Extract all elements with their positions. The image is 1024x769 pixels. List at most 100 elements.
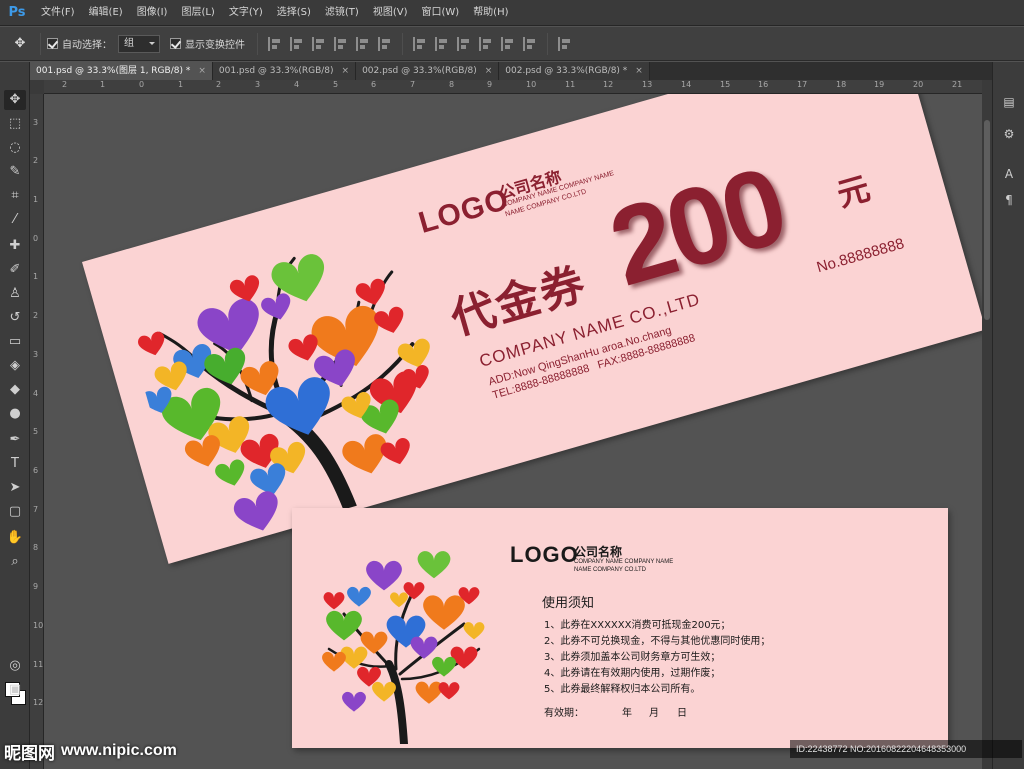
divider [257,32,258,55]
distribute-vcenter-icon[interactable] [435,36,449,51]
path-select-icon[interactable]: ➤ [4,478,26,498]
distribute-right-icon[interactable] [523,36,537,51]
menu-help[interactable]: 帮助(H) [466,0,515,26]
document-tabs: 001.psd @ 33.3%(图层 1, RGB/8) * × 001.psd … [30,62,992,80]
voucher-front[interactable]: LOGO 公司名称 COMPANY NAME COMPANY NAME NAME… [82,94,982,564]
checkbox-checked-icon[interactable] [47,38,58,49]
align-bottom-icon[interactable] [312,36,326,51]
eyedropper-icon[interactable]: ⁄ [4,210,26,230]
zoom-tool-icon[interactable]: ⌕ [4,552,26,572]
hand-tool-icon[interactable]: ✋ [4,528,26,548]
quick-mask-icon[interactable]: ◎ [4,656,26,676]
voucher-unit: 元 [832,168,875,215]
pen-tool-icon[interactable]: ✒ [4,430,26,450]
close-icon[interactable]: × [342,66,350,76]
shape-tool-icon[interactable]: ▢ [4,502,26,522]
align-top-icon[interactable] [268,36,282,51]
screen-mode-icon[interactable]: ▣ [4,680,26,700]
history-panel-icon[interactable]: ▤ [999,92,1019,112]
menu-window[interactable]: 窗口(W) [414,0,466,26]
blur-tool-icon[interactable]: ◆ [4,380,26,400]
ruler-label: 9 [33,582,39,591]
menu-layer[interactable]: 图层(L) [174,0,221,26]
checkbox-checked-icon[interactable] [170,38,181,49]
company-name-en-line2: NAME COMPANY CO.LTD [574,567,647,573]
ruler-label: 3 [33,350,39,359]
validity-day: 日 [677,708,687,719]
ruler-label: 1 [178,80,184,89]
voucher-amount: 200 [597,143,797,310]
horizontal-ruler[interactable]: 2 1 0 1 2 3 4 5 6 7 8 9 10 11 12 13 14 1… [44,80,982,94]
document-canvas[interactable]: LOGO 公司名称 COMPANY NAME COMPANY NAME NAME… [44,94,982,769]
options-bar: ✥ 自动选择： 组 显示变换控件 [0,27,1024,61]
menu-edit[interactable]: 编辑(E) [82,0,130,26]
history-brush-icon[interactable]: ↺ [4,308,26,328]
distribute-left-icon[interactable] [479,36,493,51]
ruler-label: 11 [565,80,576,89]
menu-view[interactable]: 视图(V) [366,0,415,26]
ruler-label: 5 [333,80,339,89]
paragraph-panel-icon[interactable]: ¶ [999,190,1019,210]
ruler-label: 5 [33,427,39,436]
menu-type[interactable]: 文字(Y) [222,0,270,26]
menu-file[interactable]: 文件(F) [34,0,82,26]
properties-panel-icon[interactable]: ⚙ [999,124,1019,144]
ruler-label: 3 [255,80,261,89]
paint-bucket-icon[interactable]: ◈ [4,356,26,376]
distribute-top-icon[interactable] [413,36,427,51]
close-icon[interactable]: × [635,66,643,76]
distribute-hcenter-icon[interactable] [501,36,515,51]
photoshop-window: Ps 文件(F) 编辑(E) 图像(I) 图层(L) 文字(Y) 选择(S) 滤… [0,0,1024,769]
healing-brush-icon[interactable]: ✚ [4,236,26,256]
ruler-label: 6 [33,466,39,475]
ruler-label: 0 [33,234,39,243]
type-tool-icon[interactable]: T [4,454,26,474]
lasso-tool-icon[interactable]: ◌ [4,138,26,158]
move-tool-icon[interactable]: ✥ [6,33,34,55]
character-panel-icon[interactable]: A [999,164,1019,184]
tab-label: 001.psd @ 33.3%(图层 1, RGB/8) * [36,66,191,76]
auto-select-dropdown[interactable]: 组 [118,34,160,53]
usage-rule: 5、此券最终解释权归本公司所有。 [544,684,701,695]
distribute-bottom-icon[interactable] [457,36,471,51]
ruler-label: 20 [913,80,924,89]
nipic-watermark: 昵图网 www.nipic.com [4,738,177,764]
show-transform-checkbox[interactable]: 显示变换控件 [170,36,245,51]
close-icon[interactable]: × [198,66,206,76]
divider [402,32,403,55]
tab-001[interactable]: 001.psd @ 33.3%(RGB/8) × [212,62,357,80]
align-vcenter-icon[interactable] [290,36,304,51]
ruler-label: 8 [449,80,455,89]
close-icon[interactable]: × [485,66,493,76]
voucher-back[interactable]: LOGO 公司名称 COMPANY NAME COMPANY NAME NAME… [292,508,948,748]
menu-image[interactable]: 图像(I) [130,0,175,26]
auto-align-icon[interactable] [558,36,572,51]
align-left-icon[interactable] [334,36,348,51]
clone-stamp-icon[interactable]: ♙ [4,284,26,304]
auto-select-checkbox[interactable]: 自动选择： [47,36,112,51]
ruler-label: 2 [216,80,222,89]
tab-002[interactable]: 002.psd @ 33.3%(RGB/8) × [356,62,500,80]
eraser-icon[interactable]: ▭ [4,332,26,352]
heart-tree-illustration [322,551,485,744]
vertical-scrollbar[interactable] [982,80,992,769]
menu-filter[interactable]: 滤镜(T) [318,0,366,26]
ruler-label: 10 [33,621,44,630]
tab-002-modified[interactable]: 002.psd @ 33.3%(RGB/8) * × [499,62,650,80]
ps-logo[interactable]: Ps [4,3,30,23]
vertical-ruler[interactable]: 3 2 1 0 1 2 3 4 5 6 7 8 9 10 11 12 [30,94,44,769]
move-tool-icon[interactable]: ✥ [4,90,26,110]
marquee-tool-icon[interactable]: ⬚ [4,114,26,134]
ruler-label: 12 [33,698,44,707]
align-hcenter-icon[interactable] [356,36,370,51]
tab-001-layer1[interactable]: 001.psd @ 33.3%(图层 1, RGB/8) * × [30,62,213,80]
brush-tool-icon[interactable]: ✐ [4,260,26,280]
quick-select-icon[interactable]: ✎ [4,162,26,182]
dodge-tool-icon[interactable]: ● [4,404,26,424]
menu-select[interactable]: 选择(S) [270,0,318,26]
usage-rules-title: 使用须知 [542,596,595,611]
scrollbar-thumb[interactable] [984,120,990,320]
ruler-origin[interactable] [30,80,44,94]
crop-tool-icon[interactable]: ⌗ [4,186,26,206]
align-right-icon[interactable] [378,36,392,51]
